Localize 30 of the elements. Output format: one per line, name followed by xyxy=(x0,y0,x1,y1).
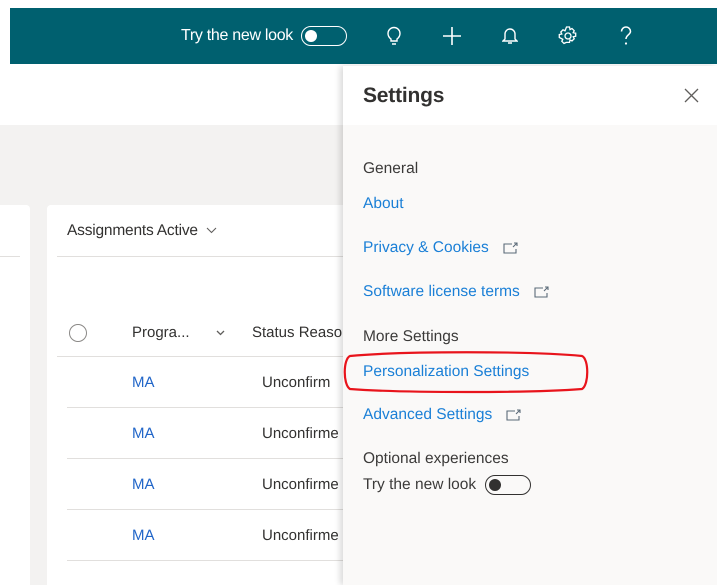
column-header[interactable]: Progra... xyxy=(132,324,190,341)
view-title[interactable]: Assignments Active xyxy=(67,222,198,240)
bell-icon[interactable] xyxy=(502,27,518,45)
select-all-radio[interactable] xyxy=(69,324,87,342)
table-cell: Unconfirme xyxy=(262,424,339,442)
panel-title: Settings xyxy=(363,84,444,108)
program-link[interactable]: MA xyxy=(132,374,154,390)
settings-link[interactable]: Advanced Settings xyxy=(363,406,492,424)
section-heading: General xyxy=(363,160,418,178)
toggle-label: Try the new look xyxy=(363,476,476,494)
settings-link[interactable]: About xyxy=(363,195,404,213)
settings-icon[interactable] xyxy=(558,26,578,46)
new-look-label: Try the new look xyxy=(181,27,293,45)
program-link[interactable]: MA xyxy=(132,476,154,492)
program-link[interactable]: MA xyxy=(132,526,154,544)
chevron-down-icon[interactable] xyxy=(216,330,225,336)
section-heading: More Settings xyxy=(363,328,459,346)
lightbulb-icon[interactable] xyxy=(387,26,401,46)
table-cell: Unconfirme xyxy=(262,476,339,492)
table-cell: Unconfirm xyxy=(262,374,330,390)
chevron-down-icon[interactable] xyxy=(206,227,217,234)
program-link[interactable]: MA xyxy=(132,424,154,442)
section-heading: Optional experiences xyxy=(363,450,509,468)
column-header[interactable]: Status Reaso xyxy=(252,324,342,341)
add-icon[interactable] xyxy=(442,26,462,46)
settings-link[interactable]: Privacy & Cookies xyxy=(363,239,489,257)
table-cell: Unconfirme xyxy=(262,526,339,544)
help-icon[interactable] xyxy=(620,26,632,46)
new-look-toggle[interactable] xyxy=(485,475,532,495)
settings-link[interactable]: Software license terms xyxy=(363,283,520,301)
